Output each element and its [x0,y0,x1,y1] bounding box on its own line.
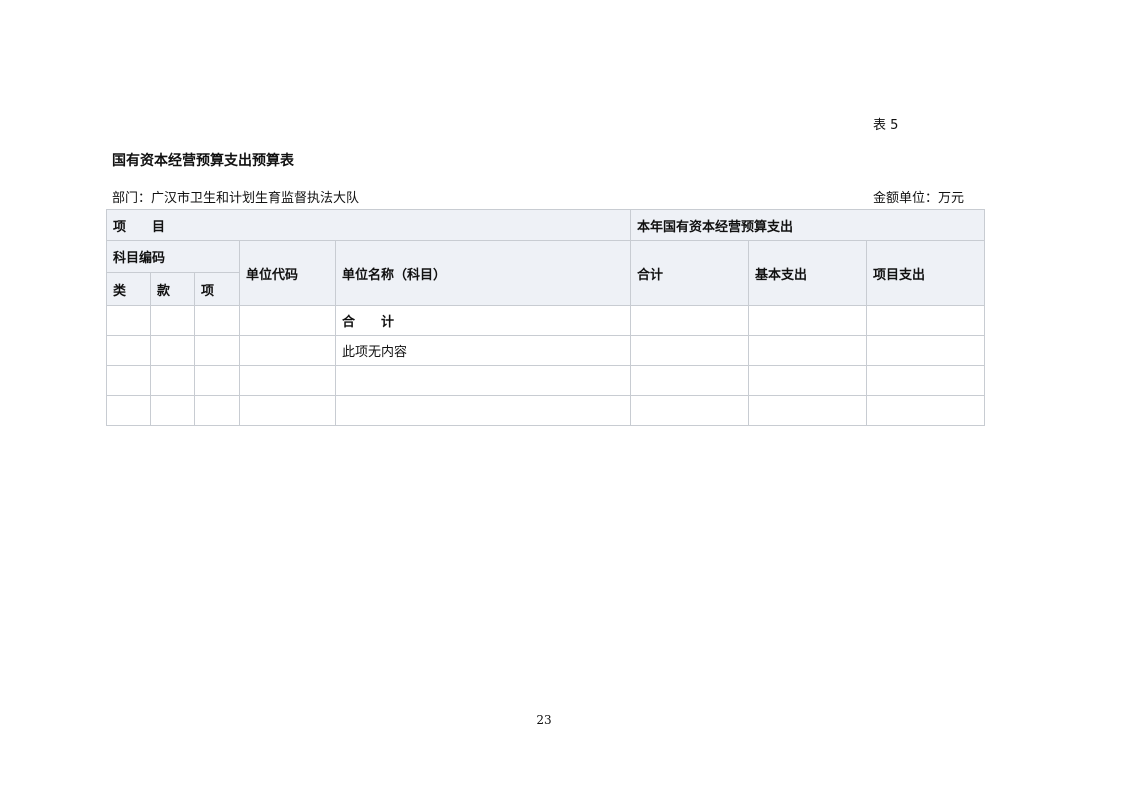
header-unit-code: 单位代码 [239,240,336,306]
header-item-group: 项 目 [105,209,632,241]
cell-basic [748,305,868,336]
table-row: 此项无内容 [106,335,986,366]
header-total: 合计 [630,240,750,306]
department-label: 部门：广汉市卫生和计划生育监督执法大队 [112,191,360,206]
cell-basic [748,365,868,396]
cell-class [106,305,151,336]
header-subject-code: 科目编码 [106,240,240,273]
header-unit-name: 单位名称（科目） [334,240,632,306]
cell-section [150,335,195,366]
cell-section [150,365,195,396]
header-row-1: 项 目 本年国有资本经营预算支出 [105,209,986,241]
cell-total [630,395,750,426]
cell-project [866,305,986,336]
cell-item [194,365,240,396]
cell-project [866,335,986,366]
header-row-2: 科目编码 单位代码 单位名称（科目） 合计 基本支出 项目支出 [106,240,986,306]
header-project-expense: 项目支出 [866,240,986,306]
cell-unit-name: 合 计 [334,305,632,336]
cell-class [106,365,151,396]
cell-unit-code [239,365,336,396]
cell-total [630,365,750,396]
table-row: 合 计 [106,305,986,336]
cell-basic [748,395,868,426]
table-row [106,365,986,396]
page-number: 23 [536,713,552,727]
cell-unit-name [334,365,632,396]
cell-class [106,335,151,366]
cell-total [630,335,750,366]
header-budget-group: 本年国有资本经营预算支出 [630,209,986,241]
cell-section [150,395,195,426]
cell-unit-name [334,395,632,426]
header-basic-expense: 基本支出 [748,240,868,306]
cell-class [106,395,151,426]
cell-item [194,335,240,366]
cell-total [630,305,750,336]
header-section: 款 [150,272,195,306]
cell-project [866,395,986,426]
cell-section [150,305,195,336]
cell-unit-name: 此项无内容 [334,335,632,366]
cell-unit-code [239,305,336,336]
budget-table: 项 目 本年国有资本经营预算支出 科目编码 单位代码 单位名称（科目） 合计 基… [105,209,986,426]
cell-unit-code [239,395,336,426]
header-class: 类 [106,272,151,306]
page-title: 国有资本经营预算支出预算表 [112,153,294,169]
header-item: 项 [194,272,240,306]
cell-item [194,395,240,426]
cell-item [194,305,240,336]
table-number: 表 5 [873,118,899,133]
cell-unit-code [239,335,336,366]
cell-project [866,365,986,396]
amount-unit-label: 金额单位：万元 [873,191,965,206]
cell-basic [748,335,868,366]
table-row [106,395,986,426]
